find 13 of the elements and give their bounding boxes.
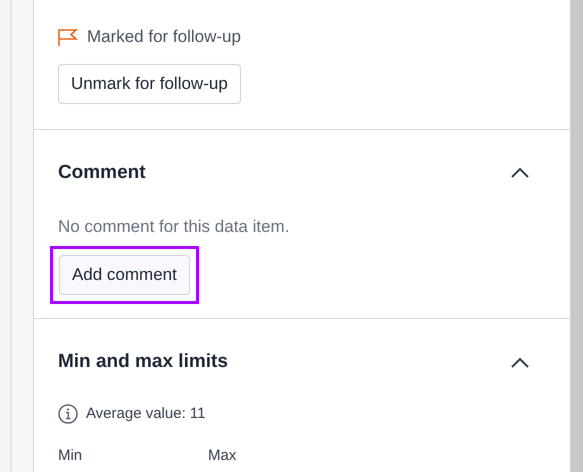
- field-label: Max: [208, 446, 238, 466]
- chevron-up-icon[interactable]: [510, 167, 530, 179]
- chevron-up-icon[interactable]: [510, 356, 530, 368]
- follow-up-status: Marked for follow-up: [86, 26, 241, 48]
- info-icon: [58, 404, 78, 424]
- field-label: Min: [58, 446, 84, 466]
- section-title: Min and max limits: [58, 350, 228, 374]
- empty-comment-text: No comment for this data item.: [58, 216, 290, 238]
- scrollbar-track[interactable]: [571, 0, 583, 472]
- add-comment-button[interactable]: Add comment: [58, 254, 190, 294]
- average-value: Average value: 11: [86, 404, 206, 424]
- unmark-button[interactable]: Unmark for follow-up: [58, 64, 241, 104]
- section-title: Comment: [58, 160, 146, 185]
